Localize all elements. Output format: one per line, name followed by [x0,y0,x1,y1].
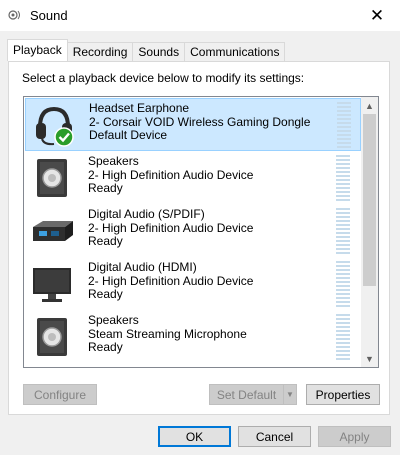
device-status: Default Device [89,128,168,142]
tab-sounds[interactable]: Sounds [132,42,186,61]
device-item-headset[interactable]: Headset Earphone 2- Corsair VOID Wireles… [25,98,361,151]
device-item-steam-speakers[interactable]: Speakers Steam Streaming Microphone Read… [25,311,361,364]
set-default-button[interactable]: Set Default [209,384,283,405]
window-title: Sound [30,8,68,23]
device-name: Speakers [88,154,139,168]
device-item-digital-audio-spdif[interactable]: Digital Audio (S/PDIF) 2- High Definitio… [25,205,361,258]
headset-icon [36,106,74,147]
chevron-down-icon: ▼ [286,390,294,399]
configure-button[interactable]: Configure [23,384,97,405]
device-status: Ready [88,287,123,301]
device-item-digital-audio-hdmi[interactable]: Digital Audio (HDMI) 2- High Definition … [25,258,361,311]
device-name: Digital Audio (HDMI) [88,260,197,274]
dialog-body: Playback Recording Sounds Communications… [0,31,400,455]
volume-level-meter [336,208,350,255]
playback-panel: Select a playback device below to modify… [8,61,390,415]
device-description: 2- Corsair VOID Wireless Gaming Dongle [89,114,311,129]
tab-playback[interactable]: Playback [7,39,68,61]
device-list[interactable]: Headset Earphone 2- Corsair VOID Wireles… [23,96,379,368]
properties-button[interactable]: Properties [306,384,380,405]
sound-app-icon [8,10,20,20]
set-default-dropdown[interactable]: ▼ [283,384,297,405]
cancel-button[interactable]: Cancel [238,426,311,447]
ok-button[interactable]: OK [158,426,231,447]
device-description: 2- High Definition Audio Device [88,273,254,288]
scroll-thumb[interactable] [363,114,376,286]
scroll-up-icon[interactable]: ▲ [361,97,378,114]
device-description: Steam Streaming Microphone [88,326,247,341]
device-status: Ready [88,181,123,195]
close-button[interactable]: ✕ [354,0,400,31]
device-name: Headset Earphone [89,101,190,115]
device-name: Speakers [88,313,139,327]
close-icon: ✕ [369,5,385,25]
tab-recording[interactable]: Recording [66,42,134,61]
volume-level-meter [336,261,350,308]
speakers-icon [37,318,67,356]
digital-audio-spdif-icon [33,221,73,241]
speakers-icon [37,159,67,197]
title-bar: Sound ✕ [0,0,400,31]
device-status: Ready [88,234,123,248]
device-status: Ready [88,340,123,354]
apply-button[interactable]: Apply [318,426,391,447]
scroll-down-icon[interactable]: ▼ [361,350,378,367]
volume-level-meter [336,314,350,361]
monitor-hdmi-icon [33,268,71,302]
tab-communications[interactable]: Communications [184,42,286,61]
device-item-partial[interactable] [25,364,361,367]
volume-level-meter [336,155,350,202]
device-item-speakers[interactable]: Speakers 2- High Definition Audio Device… [25,152,361,205]
instruction-text: Select a playback device below to modify… [22,71,305,85]
tab-strip: Playback Recording Sounds Communications [7,39,286,61]
volume-level-meter [337,102,351,149]
device-description: 2- High Definition Audio Device [88,167,254,182]
vertical-scrollbar[interactable]: ▲ ▼ [361,97,378,367]
device-description: 2- High Definition Audio Device [88,220,254,235]
device-name: Digital Audio (S/PDIF) [88,207,205,221]
